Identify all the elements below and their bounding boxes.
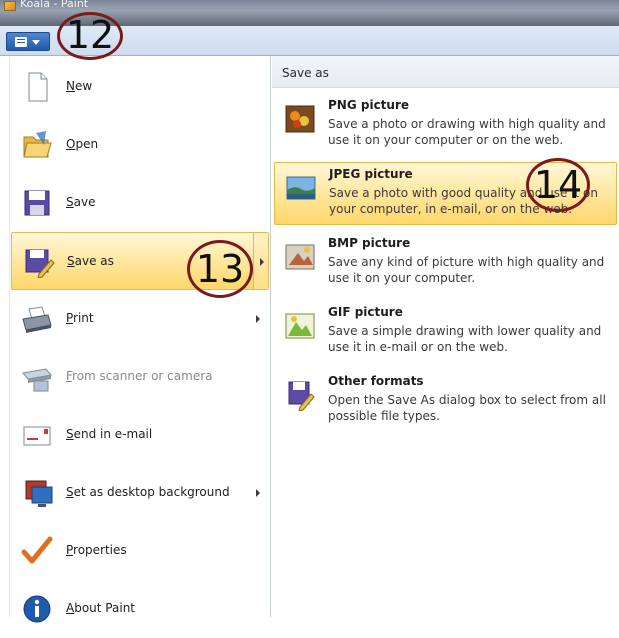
save-as-other-formats[interactable]: Other formats Open the Save As dialog bo… (274, 370, 617, 433)
format-title: BMP picture (328, 236, 411, 250)
menu-item-label: Set as desktop background (66, 485, 230, 499)
save-as-png-picture[interactable]: PNG picture Save a photo or drawing with… (274, 94, 617, 157)
menu-item-label: Properties (66, 543, 127, 557)
chevron-right-icon (256, 489, 260, 497)
info-icon (23, 595, 51, 623)
window-title: Koala - Paint (20, 0, 89, 10)
chevron-down-icon (32, 40, 40, 45)
checkmark-icon (21, 536, 53, 564)
menu-item-label: Save as (67, 254, 114, 268)
menu-item-open[interactable]: Open (11, 116, 269, 174)
save-as-icon (25, 249, 55, 278)
printer-icon (22, 306, 52, 333)
app-menu-commands: New Open Save Save as Print From scanner… (0, 56, 271, 623)
save-as-header: Save as (272, 56, 619, 88)
open-folder-icon (23, 131, 52, 158)
email-icon (23, 426, 51, 446)
menu-item-label: Send in e-mail (66, 427, 153, 441)
desktop-background-icon (25, 480, 53, 507)
chevron-right-icon (260, 258, 264, 266)
chevron-right-icon (256, 315, 260, 323)
menu-item-label: From scanner or camera (66, 369, 213, 383)
menu-item-new[interactable]: New (11, 58, 269, 116)
format-title: JPEG picture (329, 167, 413, 181)
paint-menu-button[interactable] (6, 32, 50, 51)
paint-app-icon (4, 1, 16, 11)
menu-item-label: Save (66, 195, 96, 209)
save-as-submenu: Save as PNG picture Save a photo or draw… (272, 56, 619, 617)
menu-item-set-as-desktop-background[interactable]: Set as desktop background (11, 464, 269, 522)
other-formats-icon (288, 381, 315, 411)
bmp-picture-icon (285, 244, 315, 270)
png-picture-icon (285, 105, 315, 133)
menu-item-save[interactable]: Save (11, 174, 269, 232)
menu-item-label: Print (66, 311, 94, 325)
format-description: Save a simple drawing with lower quality… (328, 324, 602, 354)
save-as-bmp-picture[interactable]: BMP picture Save any kind of picture wit… (274, 232, 617, 295)
new-document-icon (28, 72, 48, 102)
format-title: PNG picture (328, 98, 410, 112)
menu-item-label: Open (66, 137, 99, 151)
menu-item-from-scanner-or-camera[interactable]: From scanner or camera (11, 348, 269, 406)
floppy-disk-icon (24, 190, 50, 216)
menu-item-properties[interactable]: Properties (11, 522, 269, 580)
menu-item-label: About Paint (66, 601, 135, 615)
menu-item-send-in-e-mail[interactable]: Send in e-mail (11, 406, 269, 464)
annotation-14: 14 (526, 158, 590, 212)
format-description: Save a photo or drawing with high qualit… (328, 117, 606, 147)
save-as-header-label: Save as (282, 66, 329, 80)
gif-picture-icon (285, 313, 315, 339)
menu-item-print[interactable]: Print (11, 290, 269, 348)
menu-item-label: New (66, 79, 93, 93)
scanner-icon (22, 368, 52, 392)
format-description: Open the Save As dialog box to select fr… (328, 393, 606, 423)
format-description: Save any kind of picture with high quali… (328, 255, 605, 285)
format-title: GIF picture (328, 305, 403, 319)
save-as-gif-picture[interactable]: GIF picture Save a simple drawing with l… (274, 301, 617, 364)
annotation-12: 12 (57, 12, 123, 60)
jpeg-picture-icon (286, 176, 316, 200)
format-title: Other formats (328, 374, 424, 388)
menu-icon (15, 37, 27, 47)
menu-item-about-paint[interactable]: About Paint (11, 580, 269, 638)
annotation-13: 13 (187, 240, 253, 298)
